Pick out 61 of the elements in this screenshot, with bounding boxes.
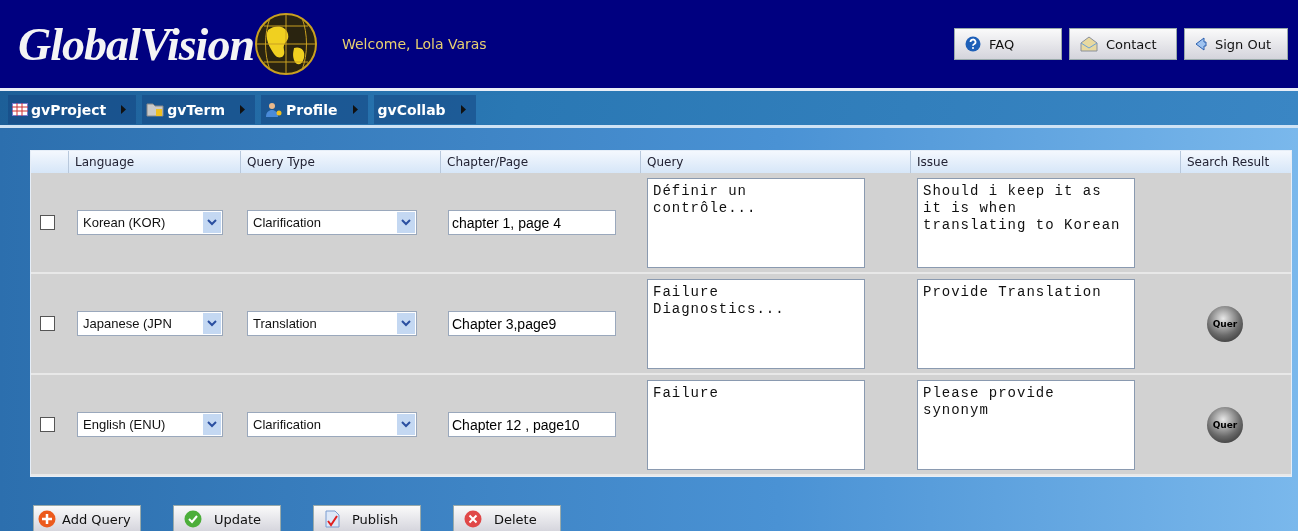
checkbox[interactable]: [40, 316, 55, 331]
caret-icon: [203, 212, 221, 233]
document-check-icon: [324, 510, 340, 528]
query-field[interactable]: Failure Diagnostics...: [647, 278, 865, 369]
column-header: Language: [69, 151, 241, 173]
submenu-arrow-icon: [352, 105, 358, 114]
folder-icon: [146, 102, 165, 117]
back-arrow-icon: [1195, 37, 1207, 51]
update-button[interactable]: Update: [173, 505, 281, 531]
submenu-arrow-icon: [121, 105, 127, 114]
chapter-page-field[interactable]: chapter 1, page 4: [448, 210, 616, 235]
column-header: [31, 151, 69, 173]
query-field[interactable]: Définir un contrôle...: [647, 177, 865, 268]
sign-out-button[interactable]: Sign Out: [1184, 28, 1288, 60]
caret-icon: [397, 313, 415, 334]
nav-menu-item[interactable]: gvTerm: [142, 95, 256, 124]
query-type-dropdown[interactable]: Clarification: [247, 412, 417, 437]
query-button[interactable]: Quer: [1207, 406, 1243, 443]
checkbox[interactable]: [40, 417, 55, 432]
column-header: Search Result: [1181, 151, 1291, 173]
issue-field[interactable]: Please provide synonym: [917, 379, 1135, 470]
column-header: Issue: [911, 151, 1181, 173]
column-header: Query Type: [241, 151, 441, 173]
language-dropdown[interactable]: Korean (KOR): [77, 210, 223, 235]
nav-menu-item[interactable]: Profile: [261, 95, 368, 124]
add-query-button[interactable]: Add Query: [33, 505, 141, 531]
contact-button[interactable]: Contact: [1069, 28, 1177, 60]
caret-icon: [397, 212, 415, 233]
welcome-text: Welcome, Lola Varas: [341, 36, 488, 52]
submenu-arrow-icon: [240, 105, 246, 114]
issue-field[interactable]: Should i keep it as it is when translating to Korean: [917, 177, 1135, 268]
chapter-page-field[interactable]: Chapter 3,page9: [448, 311, 616, 336]
query-field[interactable]: Failure: [647, 379, 865, 470]
submenu-arrow-icon: [460, 105, 466, 114]
language-dropdown[interactable]: English (ENU): [77, 412, 223, 437]
column-header: Chapter/Page: [441, 151, 641, 173]
delete-button[interactable]: Delete: [453, 505, 561, 531]
query-button[interactable]: Quer: [1207, 305, 1243, 342]
caret-icon: [203, 313, 221, 334]
nav-menu-item[interactable]: gvCollab: [373, 95, 476, 124]
publish-button[interactable]: Publish: [313, 505, 421, 531]
query-type-dropdown[interactable]: Clarification: [247, 210, 417, 235]
help-icon: [965, 36, 981, 52]
checkbox[interactable]: [40, 215, 55, 230]
logo-text: GlobalVision: [18, 17, 254, 71]
delete-icon: [464, 510, 482, 528]
envelope-icon: [1080, 36, 1098, 52]
caret-icon: [397, 414, 415, 435]
chapter-page-field[interactable]: Chapter 12 , page10: [448, 412, 616, 437]
faq-button[interactable]: FAQ: [954, 28, 1062, 60]
column-header: Query: [641, 151, 911, 173]
issue-field[interactable]: Provide Translation: [917, 278, 1135, 369]
language-dropdown[interactable]: Japanese (JPN: [77, 311, 223, 336]
add-icon: [38, 510, 56, 528]
grid-icon: [12, 103, 28, 116]
nav-menu-item[interactable]: gvProject: [8, 95, 137, 124]
caret-icon: [203, 414, 221, 435]
check-icon: [184, 510, 202, 528]
query-type-dropdown[interactable]: Translation: [247, 311, 417, 336]
person-icon: [265, 102, 284, 117]
globe-icon: [253, 12, 318, 76]
